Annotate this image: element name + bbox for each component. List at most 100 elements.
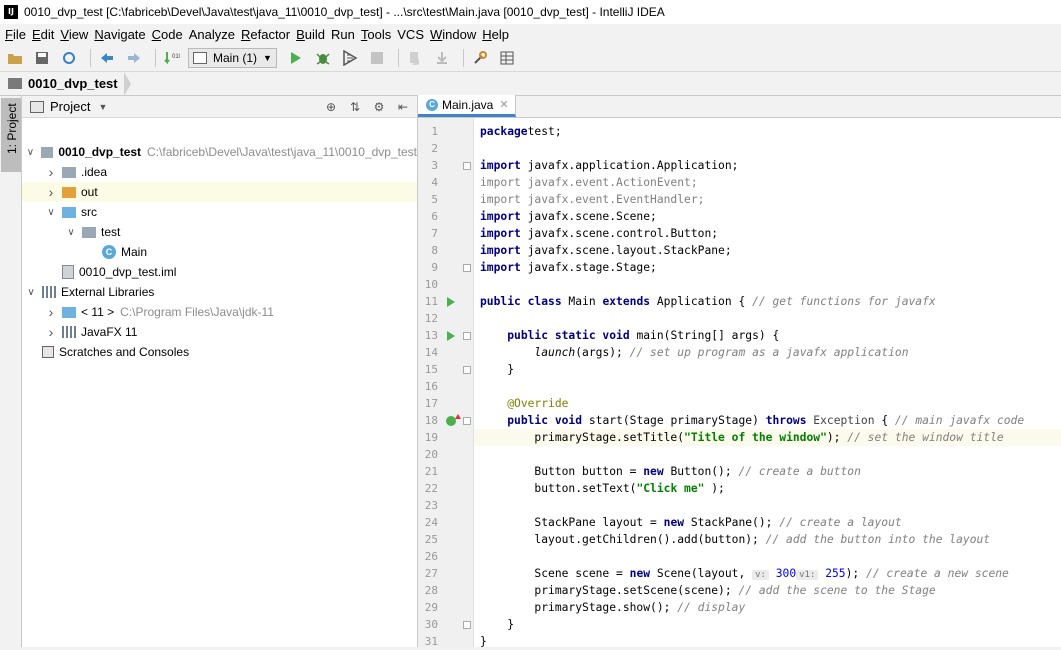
code-line[interactable] xyxy=(474,140,1061,157)
menu-item-navigate[interactable]: Navigate xyxy=(93,27,150,42)
breadcrumb-project[interactable]: 0010_dvp_test xyxy=(28,76,118,91)
code-line[interactable] xyxy=(474,497,1061,514)
code-line[interactable]: import javafx.stage.Stage; xyxy=(474,259,1061,276)
chevron-right-icon[interactable]: › xyxy=(46,304,56,320)
code-line[interactable] xyxy=(474,310,1061,327)
locate-file-icon[interactable]: ⊕ xyxy=(323,99,339,115)
project-structure-icon[interactable] xyxy=(469,47,491,69)
code-line[interactable]: } xyxy=(474,361,1061,378)
code-line[interactable] xyxy=(474,378,1061,395)
hide-panel-icon[interactable]: ⇤ xyxy=(395,99,411,115)
code-editor[interactable]: packagetest; import javafx.application.Ap… xyxy=(474,118,1061,647)
fold-icon[interactable] xyxy=(462,412,472,429)
code-line[interactable]: public static void main(String[] args) { xyxy=(474,327,1061,344)
run-with-coverage-icon[interactable] xyxy=(339,47,361,69)
code-line[interactable] xyxy=(474,276,1061,293)
code-line[interactable]: launch(args); // set up program as a jav… xyxy=(474,344,1061,361)
chevron-down-icon[interactable]: ∨ xyxy=(66,227,76,238)
tree-item[interactable]: › JavaFX 11 xyxy=(22,322,417,342)
code-line[interactable]: public class Main extends Application { … xyxy=(474,293,1061,310)
tree-item[interactable]: › out xyxy=(22,182,417,202)
chevron-right-icon[interactable]: › xyxy=(46,324,56,340)
tree-item[interactable]: Scratches and Consoles xyxy=(22,342,417,362)
synchronize-icon[interactable] xyxy=(58,47,80,69)
tree-item[interactable]: 0010_dvp_test.iml xyxy=(22,262,417,282)
chevron-down-icon[interactable]: ∨ xyxy=(26,287,36,298)
code-line[interactable]: import javafx.scene.control.Button; xyxy=(474,225,1061,242)
chevron-down-icon[interactable]: ∨ xyxy=(46,207,56,218)
vcs-update-icon[interactable] xyxy=(404,47,426,69)
menu-item-tools[interactable]: Tools xyxy=(360,27,396,42)
menu-item-analyze[interactable]: Analyze xyxy=(188,27,240,42)
back-arrow-icon[interactable] xyxy=(96,47,118,69)
code-line[interactable]: primaryStage.show(); // display xyxy=(474,599,1061,616)
code-line[interactable]: primaryStage.setScene(scene); // add the… xyxy=(474,582,1061,599)
code-line[interactable]: import javafx.scene.layout.StackPane; xyxy=(474,242,1061,259)
tree-item[interactable]: ∨ test xyxy=(22,222,417,242)
code-line[interactable]: Scene scene = new Scene(layout, v: 300 v1… xyxy=(474,565,1061,582)
menu-item-refactor[interactable]: Refactor xyxy=(240,27,295,42)
tree-item[interactable]: C Main xyxy=(22,242,417,262)
code-line[interactable]: packagetest; xyxy=(474,123,1061,140)
menu-item-window[interactable]: Window xyxy=(429,27,481,42)
override-gutter-icon[interactable] xyxy=(446,412,461,429)
tree-item[interactable]: ∨ src xyxy=(22,202,417,222)
chevron-right-icon[interactable]: › xyxy=(46,184,56,200)
code-line[interactable]: import javafx.scene.Scene; xyxy=(474,208,1061,225)
build-project-icon[interactable]: 0101 xyxy=(161,47,183,69)
fold-icon[interactable] xyxy=(462,259,472,276)
code-token: import xyxy=(480,244,521,257)
menu-item-help[interactable]: Help xyxy=(481,27,514,42)
tab-main-java[interactable]: C Main.java ✕ xyxy=(418,95,516,117)
fold-icon[interactable] xyxy=(462,361,472,378)
save-icon[interactable] xyxy=(31,47,53,69)
vcs-commit-icon[interactable] xyxy=(431,47,453,69)
code-line[interactable]: primaryStage.setTitle("Title of the wind… xyxy=(474,429,1061,446)
stop-icon[interactable] xyxy=(366,47,388,69)
run-configuration-select[interactable]: Main (1) ▼ xyxy=(188,47,277,68)
menu-item-view[interactable]: View xyxy=(59,27,93,42)
debug-icon[interactable] xyxy=(312,47,334,69)
chevron-down-icon[interactable]: ∨ xyxy=(26,147,35,158)
code-line[interactable]: Button button = new Button(); // create … xyxy=(474,463,1061,480)
code-line[interactable]: import javafx.event.EventHandler; xyxy=(474,191,1061,208)
code-line[interactable] xyxy=(474,446,1061,463)
code-line[interactable] xyxy=(474,548,1061,565)
settings-structure-icon[interactable] xyxy=(496,47,518,69)
tree-item[interactable]: › < 11 > C:\Program Files\Java\jdk-11 xyxy=(22,302,417,322)
menu-item-edit[interactable]: Edit xyxy=(31,27,59,42)
fold-icon[interactable] xyxy=(462,157,472,174)
project-panel-title[interactable]: Project xyxy=(50,99,90,114)
collapse-all-icon[interactable]: ⇅ xyxy=(347,99,363,115)
editor-gutter[interactable]: 1 2 3 4 5 6 7 8 9 10 11 12 13 14 15 16 17 18 19 20 21 22 23 24 2… xyxy=(418,118,474,648)
forward-arrow-icon[interactable] xyxy=(123,47,145,69)
tree-item[interactable]: › .idea xyxy=(22,162,417,182)
menu-item-run[interactable]: Run xyxy=(330,27,360,42)
code-line[interactable]: } xyxy=(474,616,1061,633)
code-line[interactable]: layout.getChildren().add(button); // add… xyxy=(474,531,1061,548)
run-icon[interactable] xyxy=(285,47,307,69)
menu-item-file[interactable]: File xyxy=(4,27,31,42)
menu-item-code[interactable]: Code xyxy=(151,27,188,42)
run-gutter-icon[interactable] xyxy=(446,293,456,310)
code-line[interactable]: @Override xyxy=(474,395,1061,412)
open-folder-icon[interactable] xyxy=(4,47,26,69)
code-line[interactable]: import javafx.event.ActionEvent; xyxy=(474,174,1061,191)
fold-icon[interactable] xyxy=(462,327,472,344)
chevron-right-icon[interactable]: › xyxy=(46,164,56,180)
fold-icon[interactable] xyxy=(462,616,472,633)
menu-item-vcs[interactable]: VCS xyxy=(396,27,429,42)
tree-item[interactable]: ∨ 0010_dvp_test C:\fabriceb\Devel\Java\tes… xyxy=(22,142,417,162)
menu-item-build[interactable]: Build xyxy=(295,27,330,42)
code-line[interactable]: } xyxy=(474,633,1061,647)
run-gutter-icon[interactable] xyxy=(446,327,456,344)
gear-icon[interactable]: ⚙ xyxy=(371,99,387,115)
code-line[interactable]: public void start(Stage primaryStage) th… xyxy=(474,412,1061,429)
chevron-down-icon[interactable]: ▼ xyxy=(98,102,107,112)
code-line[interactable]: button.setText("Click me" ); xyxy=(474,480,1061,497)
tree-item[interactable]: ∨ External Libraries xyxy=(22,282,417,302)
close-icon[interactable]: ✕ xyxy=(499,98,508,111)
line-number: 15 xyxy=(424,363,438,376)
code-line[interactable]: import javafx.application.Application; xyxy=(474,157,1061,174)
code-line[interactable]: StackPane layout = new StackPane(); // c… xyxy=(474,514,1061,531)
